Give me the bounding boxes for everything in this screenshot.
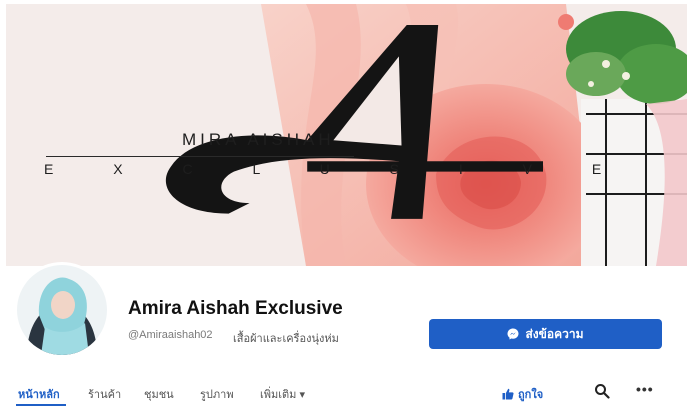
more-icon[interactable]: ••• bbox=[636, 381, 654, 397]
page-category[interactable]: เสื้อผ้าและเครื่องนุ่งห่ม bbox=[233, 329, 339, 347]
messenger-icon bbox=[507, 328, 519, 340]
page-title: Amira Aishah Exclusive bbox=[128, 298, 343, 319]
active-tab-indicator bbox=[16, 404, 66, 406]
tab-photos[interactable]: รูปภาพ bbox=[200, 385, 234, 403]
like-label: ถูกใจ bbox=[518, 389, 544, 401]
send-message-button[interactable]: ส่งข้อความ bbox=[429, 319, 662, 349]
page-nav-bar: หน้าหลัก ร้านค้า ชุมชน รูปภาพ เพิ่มเติม … bbox=[0, 376, 693, 408]
brand-name: MIRA AISHAH bbox=[182, 130, 335, 149]
brand-divider bbox=[46, 156, 354, 157]
brand-tagline: E X C L U S I V E bbox=[44, 161, 630, 177]
tab-community[interactable]: ชุมชน bbox=[144, 385, 174, 403]
search-icon[interactable] bbox=[594, 383, 610, 399]
send-message-label: ส่งข้อความ bbox=[525, 326, 584, 341]
brand-logo-icon bbox=[165, 24, 543, 219]
avatar-image bbox=[17, 265, 107, 355]
tab-home[interactable]: หน้าหลัก bbox=[18, 385, 60, 403]
like-page-button[interactable]: ถูกใจ bbox=[502, 385, 543, 403]
thumbs-up-icon bbox=[502, 388, 514, 400]
profile-avatar[interactable] bbox=[14, 262, 110, 358]
cover-photo[interactable]: MIRA AISHAH E X C L U S I V E bbox=[6, 4, 687, 266]
page-handle[interactable]: @Amiraaishah02 bbox=[128, 329, 213, 341]
tab-more[interactable]: เพิ่มเติม ▾ bbox=[260, 385, 305, 403]
tab-shop[interactable]: ร้านค้า bbox=[88, 385, 121, 403]
